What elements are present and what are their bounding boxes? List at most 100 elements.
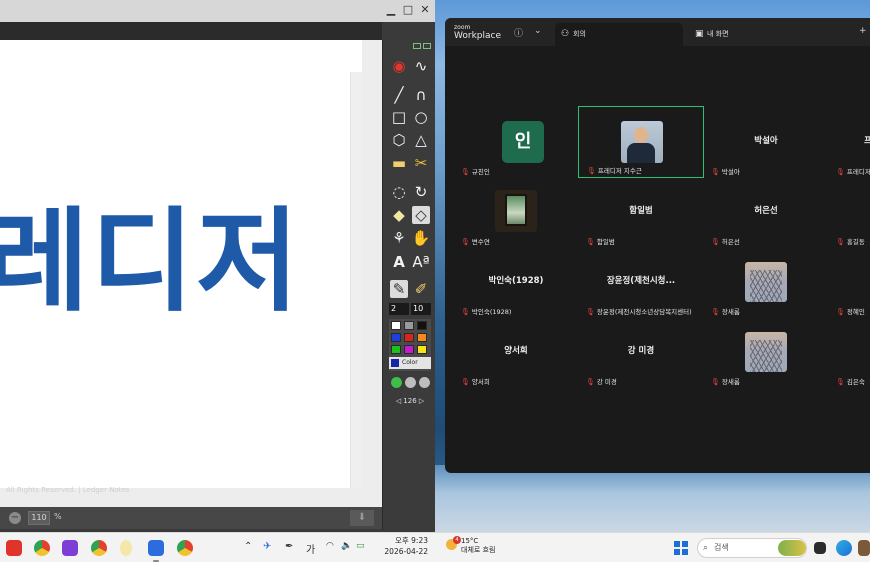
participant-tile[interactable]: 🎙 김은숙 xyxy=(828,316,870,388)
edge-icon[interactable] xyxy=(836,540,852,556)
freehand-icon[interactable]: ∿ xyxy=(412,57,430,75)
windows-start-icon[interactable] xyxy=(674,541,688,555)
tray-app-icon[interactable]: ✈ xyxy=(263,541,271,552)
participant-tile[interactable]: 함일범 🎙 함일범 xyxy=(578,176,704,248)
minimize-button[interactable]: ▁ xyxy=(384,3,398,17)
app-icon-light[interactable] xyxy=(120,540,132,556)
tray-chevron-up-icon[interactable]: ⌃ xyxy=(244,541,252,552)
color-swatch-red[interactable] xyxy=(404,333,414,342)
clock-time: 오후 9:23 xyxy=(394,536,428,545)
color-swatch-yellow[interactable] xyxy=(417,345,427,354)
participant-tile[interactable]: 🎙 홍길동 xyxy=(828,176,870,248)
pen-icon[interactable]: ✎ xyxy=(390,280,408,298)
color-swatch-orange[interactable] xyxy=(417,333,427,342)
hexagon-icon[interactable]: ⬡ xyxy=(390,131,408,149)
system-clock[interactable]: 오후 9:23 2026-04-22 xyxy=(380,535,428,557)
participant-tile[interactable]: 박설아 🎙 박설아 xyxy=(703,106,829,178)
info-icon[interactable]: ⓘ xyxy=(514,26,523,39)
participant-display-name: 프 xyxy=(864,136,870,146)
chrome-profile-icon[interactable] xyxy=(91,540,107,556)
app-icon-red[interactable] xyxy=(6,540,22,556)
color-swatch-black[interactable] xyxy=(417,321,427,330)
participant-tile[interactable]: 허은선 🎙 허은선 xyxy=(703,176,829,248)
camera-icon: ▣ xyxy=(695,29,704,39)
participant-name-tag: 🎙 양서희 xyxy=(461,378,490,386)
taskbar-search-input[interactable]: ⌕ 검색 xyxy=(697,538,807,558)
rectangle-icon[interactable]: □ xyxy=(390,108,408,126)
app-icon-purple[interactable] xyxy=(62,540,78,556)
color-dropdown[interactable]: Color xyxy=(389,357,431,369)
color-swatch-magenta[interactable] xyxy=(404,345,414,354)
tray-pen-icon[interactable]: ✒ xyxy=(285,541,293,552)
participant-tile[interactable]: 양서희 🎙 양서희 xyxy=(453,316,579,388)
curve-icon[interactable]: ∩ xyxy=(412,86,430,104)
maximize-button[interactable]: □ xyxy=(401,3,415,17)
participant-tile[interactable]: 프 🎙프레디저 직원 xyxy=(828,106,870,178)
participant-tile[interactable]: 🎙 변수연 xyxy=(453,176,579,248)
add-tab-icon[interactable]: + xyxy=(859,26,867,36)
tab-meeting[interactable]: ⚇ 회의 xyxy=(555,23,683,46)
option-dot-icon[interactable] xyxy=(419,377,430,388)
battery-icon[interactable]: ▭ xyxy=(356,541,365,551)
color-swatch-green[interactable] xyxy=(391,345,401,354)
close-button[interactable]: ✕ xyxy=(418,3,432,17)
next-page-icon[interactable]: ▷ xyxy=(419,397,424,405)
hand-icon[interactable]: ✋ xyxy=(412,229,431,247)
participant-tile[interactable]: 🎙 장새롬 xyxy=(703,316,829,388)
eraser-selected-icon[interactable]: ◇ xyxy=(412,206,430,224)
color-swatch-blue[interactable] xyxy=(391,333,401,342)
zoom-input[interactable]: 110 xyxy=(28,511,50,525)
record-icon[interactable]: ◉ xyxy=(390,57,408,75)
circle-icon[interactable]: ○ xyxy=(412,108,430,126)
shapes-icon[interactable]: ⚘ xyxy=(390,229,408,247)
vertical-scrollbar[interactable] xyxy=(350,72,362,488)
chrome-icon[interactable] xyxy=(34,540,50,556)
participant-name-tag: 🎙 허은선 xyxy=(711,238,740,246)
participant-display-name: 함일범 xyxy=(629,206,653,216)
wifi-icon[interactable]: ◠ xyxy=(326,541,334,551)
volume-icon[interactable]: 🔈 xyxy=(341,541,352,551)
note-icon[interactable]: ▬ xyxy=(390,154,408,172)
highlighter-icon[interactable]: ✐ xyxy=(412,280,430,298)
eraser-icon[interactable]: ◆ xyxy=(390,206,408,224)
triangle-icon[interactable]: △ xyxy=(412,131,430,149)
mic-muted-icon: 🎙 xyxy=(711,308,720,316)
palette-mode-icon[interactable] xyxy=(413,43,421,49)
tool-palette: ◉ ∿ ╱ ∩ □ ○ ⬡ △ ▬ ✂ ◌ ↻ ◆ ◇ ⚘ ✋ A Aª ✎ ✐… xyxy=(382,40,435,530)
chevron-down-icon[interactable]: ⌄ xyxy=(534,26,542,36)
line-icon[interactable]: ╱ xyxy=(390,86,408,104)
chrome-profile-icon[interactable] xyxy=(177,540,193,556)
slide-title-text: 레디저 xyxy=(0,197,302,327)
task-view-icon[interactable] xyxy=(814,542,826,554)
color-swatch-gray[interactable] xyxy=(404,321,414,330)
participant-tile[interactable]: 강 미경 🎙 강 미경 xyxy=(578,316,704,388)
rotate-icon[interactable]: ↻ xyxy=(412,183,430,201)
app-icon-brown[interactable] xyxy=(858,540,870,556)
scroll-down-button[interactable]: ⬇ xyxy=(350,510,374,526)
participant-tile[interactable]: 🎙 정혜인 xyxy=(828,246,870,318)
laser-icon[interactable]: ✂ xyxy=(412,154,430,172)
lasso-select-icon[interactable]: ◌ xyxy=(390,183,408,201)
text-style-icon[interactable]: Aª xyxy=(412,253,430,271)
color-dropdown-label: Color xyxy=(402,359,418,366)
font-size-select[interactable]: 10 xyxy=(411,303,431,315)
participant-tile[interactable]: 🎙 장새롬 xyxy=(703,246,829,318)
mic-muted-icon: 🎙 xyxy=(836,238,845,246)
option-dot-icon[interactable] xyxy=(405,377,416,388)
participant-tile[interactable]: 장윤정(제천시청... 🎙 장윤정(제천시청소년상담복지센터) xyxy=(578,246,704,318)
palette-mode-icon[interactable] xyxy=(423,43,431,49)
play-icon[interactable] xyxy=(391,377,402,388)
participant-tile-active-speaker[interactable]: 🎙 프레디저 지수근 xyxy=(578,106,704,178)
slide-footer-text: All Rights Reserved. | Ledger Notes xyxy=(6,486,130,494)
ime-indicator[interactable]: 가 xyxy=(306,541,315,556)
text-icon[interactable]: A xyxy=(390,253,408,271)
drawing-canvas[interactable]: 레디저 All Rights Reserved. | Ledger Notes xyxy=(0,40,382,507)
zoom-out-button[interactable]: − xyxy=(9,512,21,524)
participant-tile[interactable]: 인 🎙 규친인 xyxy=(453,106,579,178)
color-swatch-white[interactable] xyxy=(391,321,401,330)
tab-my-screen[interactable]: ▣ 내 화면 xyxy=(689,23,817,46)
participant-tile[interactable]: 박인숙(1928) 🎙 박인숙(1928) xyxy=(453,246,579,318)
pen-size-select[interactable]: 2 xyxy=(389,303,409,315)
participant-video xyxy=(495,190,537,232)
zoom-taskbar-icon[interactable] xyxy=(148,540,164,556)
